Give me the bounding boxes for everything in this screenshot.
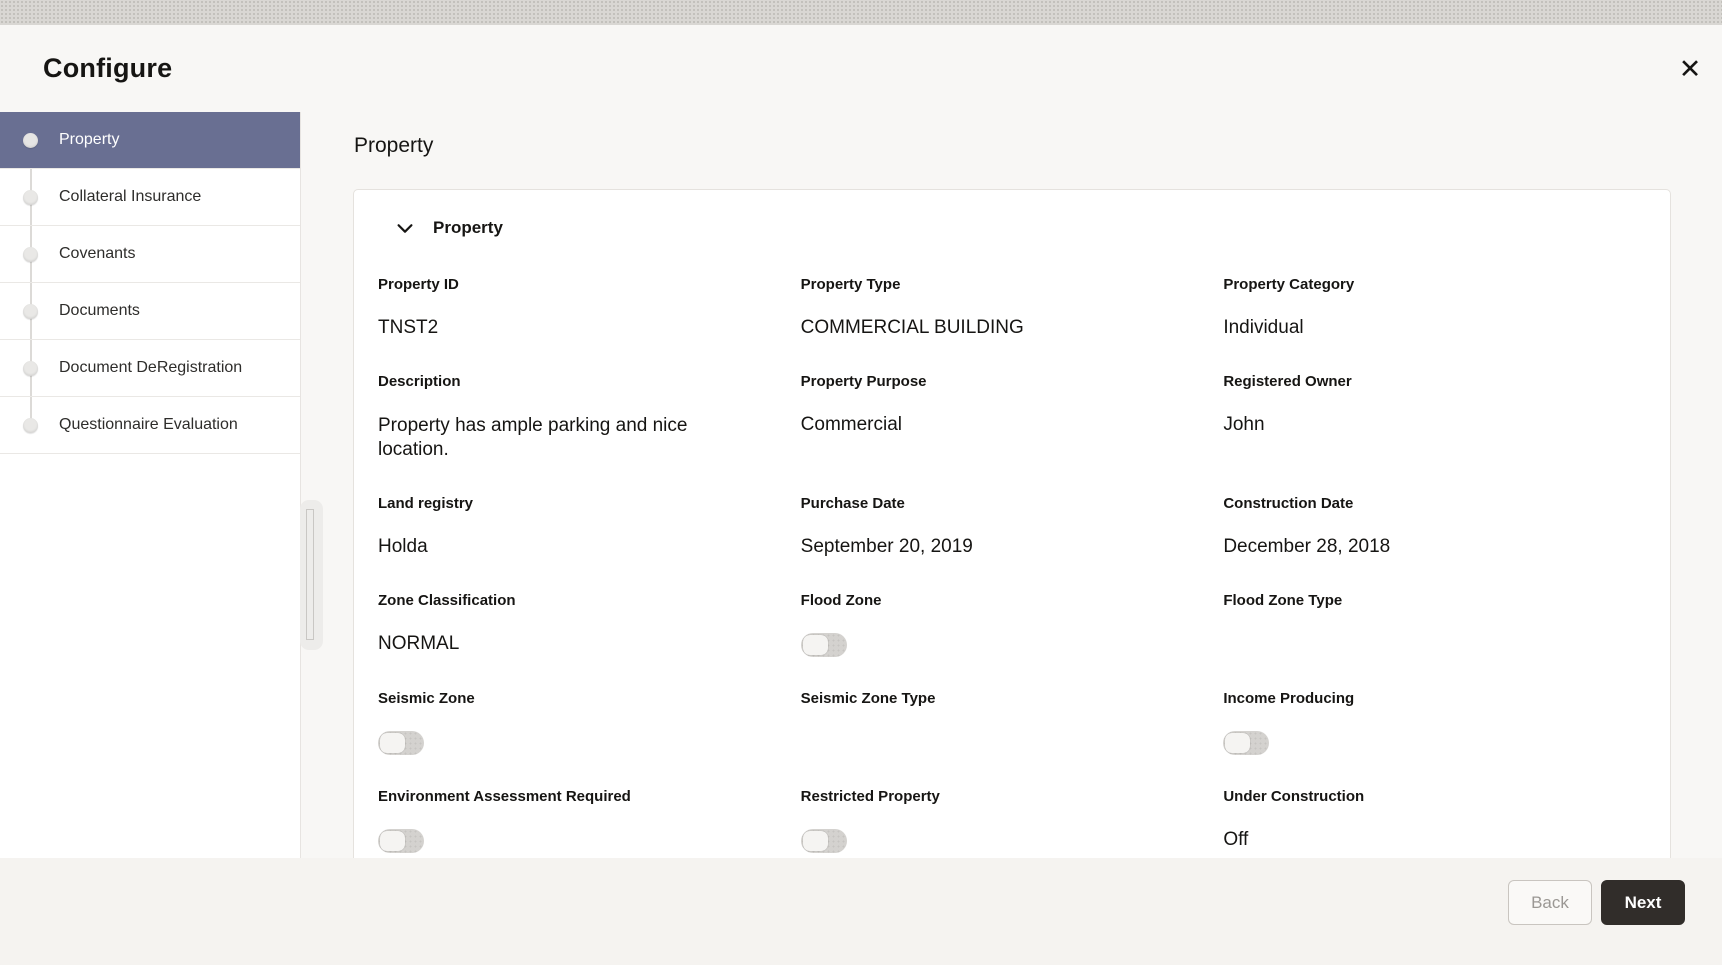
field-flood-zone-type: Flood Zone Type xyxy=(1223,592,1646,657)
field-value: September 20, 2019 xyxy=(800,536,973,558)
property-card: Property Property ID TNST2 Property Type… xyxy=(353,189,1671,858)
dialog-header: Configure ✕ xyxy=(0,25,1722,112)
field-property-id: Property ID TNST2 xyxy=(378,276,801,340)
field-flood-zone: Flood Zone xyxy=(800,592,1224,658)
field-label: Flood Zone Type xyxy=(1223,592,1343,610)
page-title: Property xyxy=(354,134,434,157)
field-value: Holda xyxy=(378,536,428,558)
dialog-footer: Back Next xyxy=(0,858,1722,965)
step-bullet-icon xyxy=(23,246,38,262)
sidebar-item-document-deregistration[interactable]: Document DeRegistration xyxy=(0,340,300,397)
field-label: Property ID xyxy=(378,276,459,293)
field-description: Description Property has ample parking a… xyxy=(378,373,801,462)
step-bullet-icon xyxy=(23,303,38,319)
section-title: Property xyxy=(433,218,503,237)
sidebar-item-label: Covenants xyxy=(59,245,136,262)
field-label: Flood Zone xyxy=(800,592,882,610)
toggle-knob-icon xyxy=(802,831,828,852)
field-label: Income Producing xyxy=(1223,690,1355,708)
field-grid: Property ID TNST2 Property Type COMMERCI… xyxy=(378,276,1646,858)
field-property-type: Property Type COMMERCIAL BUILDING xyxy=(801,276,1224,340)
field-value: Individual xyxy=(1223,317,1304,338)
sidebar-item-label: Property xyxy=(59,131,120,148)
main-content: Property Property Property ID TNST2 Prop… xyxy=(301,112,1722,858)
field-label: Seismic Zone Type xyxy=(800,690,936,708)
field-label: Property Purpose xyxy=(800,373,927,390)
sidebar-item-label: Documents xyxy=(59,302,140,319)
toggle-knob-icon xyxy=(802,635,828,656)
field-value: Property has ample parking and nice loca… xyxy=(378,415,688,461)
field-construction-date: Construction Date December 28, 2018 xyxy=(1223,495,1646,559)
field-label: Construction Date xyxy=(1223,495,1354,513)
income-producing-toggle[interactable] xyxy=(1223,731,1270,756)
field-environment-assessment-required: Environment Assessment Required xyxy=(378,788,801,854)
restricted-property-toggle[interactable] xyxy=(800,829,847,854)
field-value: Off xyxy=(1223,829,1249,851)
field-seismic-zone: Seismic Zone xyxy=(378,690,801,756)
next-button[interactable]: Next xyxy=(1601,880,1685,925)
field-value: John xyxy=(1223,414,1265,435)
chevron-down-icon xyxy=(394,217,416,239)
sidebar-item-label: Document DeRegistration xyxy=(59,359,243,376)
sidebar-item-documents[interactable]: Documents xyxy=(0,283,300,340)
desktop-background-strip xyxy=(0,0,1722,25)
field-property-category: Property Category Individual xyxy=(1223,276,1646,340)
toggle-knob-icon xyxy=(380,733,405,754)
field-value: COMMERCIAL BUILDING xyxy=(800,317,1024,338)
close-icon[interactable]: ✕ xyxy=(1672,51,1708,87)
field-label: Registered Owner xyxy=(1223,373,1352,390)
dialog-title: Configure xyxy=(43,53,173,83)
field-value xyxy=(1223,633,1646,656)
field-label: Under Construction xyxy=(1223,788,1365,806)
back-button[interactable]: Back xyxy=(1508,880,1592,925)
field-value: NORMAL xyxy=(378,633,460,655)
field-label: Seismic Zone xyxy=(378,690,475,708)
field-label: Land registry xyxy=(378,495,474,513)
field-registered-owner: Registered Owner John xyxy=(1223,373,1646,462)
field-label: Property Type xyxy=(800,276,901,293)
seismic-zone-toggle[interactable] xyxy=(378,731,424,756)
toggle-knob-icon xyxy=(1225,733,1251,754)
field-seismic-zone-type: Seismic Zone Type xyxy=(801,690,1224,755)
step-bullet-icon xyxy=(23,132,38,148)
screen: { "window": { "title": "Configure", "clo… xyxy=(0,0,1722,965)
field-zone-classification: Zone Classification NORMAL xyxy=(378,592,801,657)
step-sidebar: Property Collateral Insurance Covenants … xyxy=(0,112,301,858)
sidebar-item-property[interactable]: Property xyxy=(0,112,300,169)
dialog-body: Property Collateral Insurance Covenants … xyxy=(0,112,1722,858)
field-income-producing: Income Producing xyxy=(1223,690,1646,756)
field-value: Commercial xyxy=(800,414,903,435)
field-label: Description xyxy=(378,373,461,390)
environment-assessment-toggle[interactable] xyxy=(378,829,424,854)
field-label: Purchase Date xyxy=(800,495,905,513)
field-value xyxy=(801,731,1224,754)
sidebar-item-label: Questionnaire Evaluation xyxy=(59,416,238,433)
field-value: December 28, 2018 xyxy=(1223,536,1391,558)
sidebar-item-questionnaire-evaluation[interactable]: Questionnaire Evaluation xyxy=(0,397,300,454)
toggle-knob-icon xyxy=(380,831,405,852)
field-value: TNST2 xyxy=(378,317,439,338)
field-restricted-property: Restricted Property xyxy=(800,788,1224,854)
configure-dialog: Configure ✕ Property Collateral Insuranc… xyxy=(0,25,1722,965)
field-label: Property Category xyxy=(1223,276,1355,293)
property-section-header[interactable]: Property xyxy=(378,217,1646,239)
field-label: Restricted Property xyxy=(800,788,940,806)
field-purchase-date: Purchase Date September 20, 2019 xyxy=(801,495,1224,559)
field-label: Environment Assessment Required xyxy=(378,788,631,806)
sidebar-item-collateral-insurance[interactable]: Collateral Insurance xyxy=(0,169,300,226)
field-under-construction: Under Construction Off xyxy=(1223,788,1646,853)
sidebar-item-label: Collateral Insurance xyxy=(59,188,202,205)
step-bullet-icon xyxy=(23,360,38,376)
field-label: Zone Classification xyxy=(378,592,516,610)
field-property-purpose: Property Purpose Commercial xyxy=(801,373,1224,462)
step-bullet-icon xyxy=(23,417,38,433)
sidebar-item-covenants[interactable]: Covenants xyxy=(0,226,300,283)
field-land-registry: Land registry Holda xyxy=(378,495,801,559)
step-bullet-icon xyxy=(23,189,38,205)
flood-zone-toggle[interactable] xyxy=(800,633,847,658)
